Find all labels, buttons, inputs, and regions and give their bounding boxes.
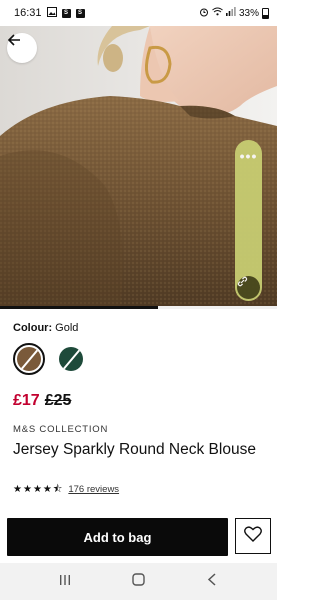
swatch-green[interactable] <box>55 343 87 375</box>
battery-label: 33% <box>238 7 259 19</box>
star-icon: ★ <box>13 483 22 495</box>
side-panel-pill[interactable]: ••• <box>235 140 262 301</box>
status-right: 33% <box>199 7 269 20</box>
battery-icon <box>262 7 269 19</box>
price-row: £17 £25 <box>13 392 71 410</box>
original-price: £25 <box>44 392 72 409</box>
star-icon: ★ <box>42 483 52 495</box>
status-left: 16:31 S S <box>14 6 85 20</box>
star-icon: ★ <box>22 483 32 495</box>
colour-value: Gold <box>55 322 79 334</box>
current-price: £17 <box>13 392 40 409</box>
colour-label: Colour: <box>13 322 53 334</box>
s-icon: S <box>75 8 85 18</box>
half-star-icon: ⯪ <box>52 483 63 495</box>
back-button[interactable] <box>7 33 37 63</box>
recent-apps-button[interactable] <box>45 567 85 597</box>
home-button[interactable] <box>118 567 158 597</box>
alarm-icon <box>199 7 209 20</box>
rating-row: ★ ★ ★ ★ ⯪ 176 reviews <box>13 484 119 495</box>
add-to-bag-button[interactable]: Add to bag <box>7 518 228 556</box>
system-nav-bar <box>0 563 277 600</box>
back-nav-button[interactable] <box>192 567 232 597</box>
star-icon: ★ <box>32 483 42 495</box>
image-progress-fill <box>0 306 158 309</box>
home-icon <box>132 572 145 591</box>
product-title: Jersey Sparkly Round Neck Blouse <box>13 441 256 458</box>
brand-label: M&S COLLECTION <box>13 424 109 435</box>
star-rating: ★ ★ ★ ★ ⯪ <box>13 483 63 495</box>
image-progress <box>0 306 277 309</box>
recents-icon <box>59 573 71 591</box>
swatch-gold-fill <box>17 347 41 371</box>
link-button[interactable] <box>237 276 260 299</box>
status-time: 16:31 <box>14 7 42 19</box>
heart-icon <box>244 525 262 547</box>
status-bar: 16:31 S S 33% <box>0 0 277 26</box>
product-image[interactable]: ••• <box>0 26 277 308</box>
more-options-icon[interactable]: ••• <box>235 149 262 163</box>
s-icon: S <box>61 8 71 18</box>
reviews-link[interactable]: 176 reviews <box>68 484 119 495</box>
wishlist-button[interactable] <box>235 518 271 554</box>
wifi-icon <box>212 7 223 19</box>
swatch-green-fill <box>59 347 83 371</box>
gallery-icon <box>46 6 57 20</box>
chevron-left-icon <box>207 572 217 591</box>
signal-icon <box>225 7 236 19</box>
colour-row: Colour: Gold <box>13 322 78 334</box>
swatch-gold[interactable] <box>13 343 45 375</box>
colour-swatches <box>13 343 87 375</box>
